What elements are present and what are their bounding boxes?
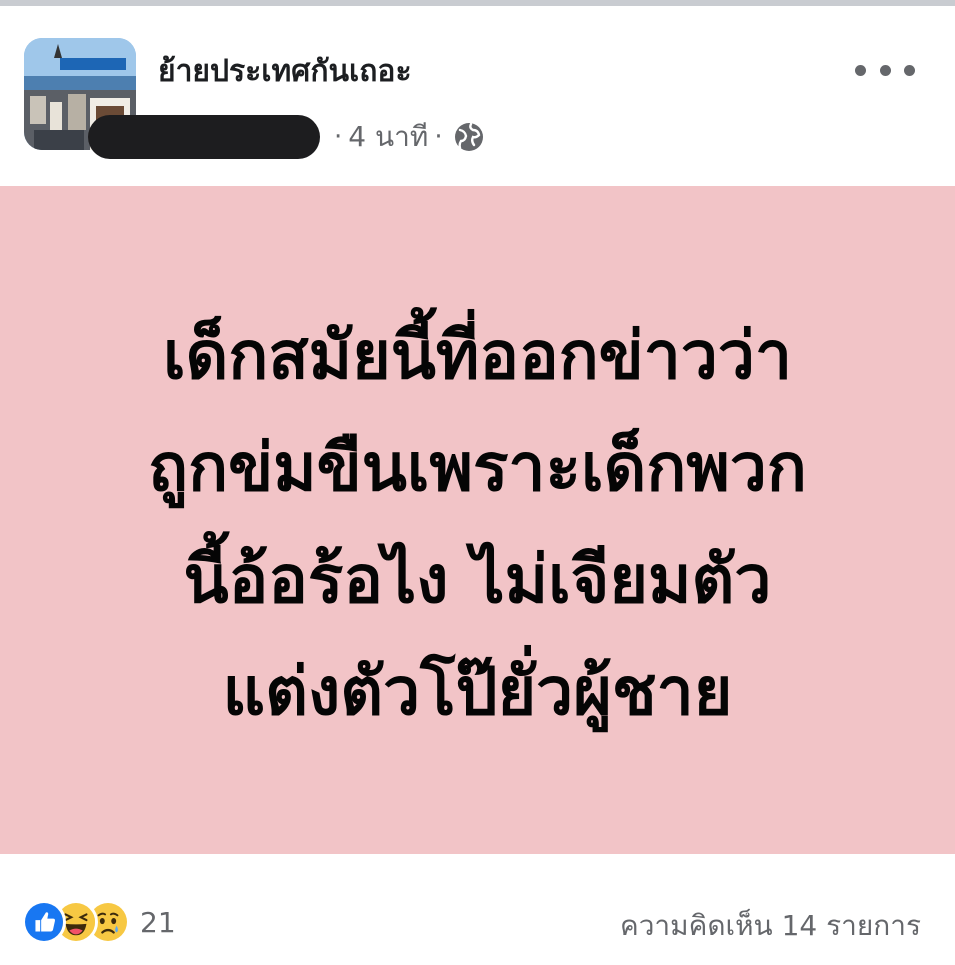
reaction-count: 21 [140,905,176,939]
redacted-author [88,115,320,159]
page-name[interactable]: ย้ายประเทศกันเถอะ [158,48,412,95]
post-background[interactable]: เด็กสมัยนี้ที่ออกข่าวว่า ถูกข่มขืนเพราะเ… [0,186,955,854]
meta-separator: · [434,122,443,152]
post-card: ย้ายประเทศกันเถอะ · 4 นาที · เด็กสมัยนี้… [0,6,955,965]
more-dots-icon [855,64,866,76]
more-dots-icon [879,64,891,76]
more-dots-icon [904,64,915,76]
globe-icon [454,122,483,151]
post-text-line: นี้อ้อร้อไง ไม่เจียมตัว [183,541,772,618]
post-text: เด็กสมัยนี้ที่ออกข่าวว่า ถูกข่มขืนเพราะเ… [48,292,908,748]
comments-count-link[interactable]: ความคิดเห็น 14 รายการ [620,904,921,948]
post-footer: 21 ความคิดเห็น 14 รายการ [0,854,955,965]
post-text-line: เด็กสมัยนี้ที่ออกข่าวว่า [162,317,793,394]
meta-separator: · [334,122,343,152]
more-options-button[interactable] [855,50,915,90]
post-meta: · 4 นาที · [88,112,485,162]
post-timestamp[interactable]: 4 นาที [348,115,428,159]
post-text-line: แต่งตัวโป๊ยั่วผู้ชาย [222,653,733,730]
reactions-summary[interactable]: 21 [22,900,176,944]
like-reaction-icon [22,900,66,944]
post-text-line: ถูกข่มขืนเพราะเด็กพวก [148,429,807,506]
